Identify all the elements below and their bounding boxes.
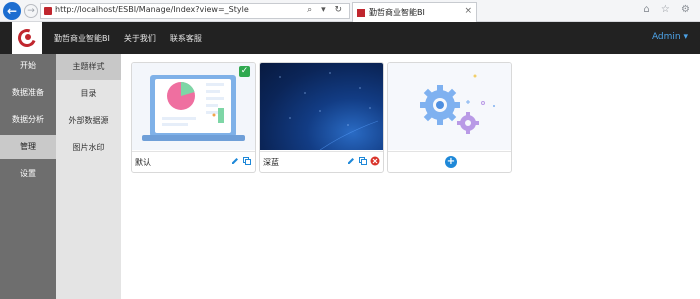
brand-logo[interactable] xyxy=(12,22,42,54)
selected-check-icon: ✓ xyxy=(239,66,250,77)
primary-sidebar: 开始 数据准备 数据分析 管理 设置 xyxy=(0,54,56,299)
header-nav: 勤哲商业智能BI 关于我们 联系客服 xyxy=(50,22,212,54)
main-content: ✓ 默认 深蓝 + xyxy=(121,54,700,299)
add-theme-card[interactable]: + xyxy=(387,62,512,173)
theme-card-default[interactable]: ✓ 默认 xyxy=(131,62,256,173)
url-text[interactable]: http://localhost/ESBI/Manage/Index?view=… xyxy=(55,5,249,14)
theme-preview-dark-blue[interactable] xyxy=(260,63,383,151)
subnav-external-datasource[interactable]: 外部数据源 xyxy=(56,108,121,134)
tab-close-icon[interactable]: × xyxy=(464,6,472,16)
site-favicon-icon xyxy=(44,7,52,15)
subnav-theme-style[interactable]: 主题样式 xyxy=(56,54,121,80)
tab-title: 勤哲商业智能BI xyxy=(369,8,425,17)
copy-icon[interactable] xyxy=(358,156,368,166)
theme-preview-default[interactable]: ✓ xyxy=(132,63,255,150)
sidebar-item-analysis[interactable]: 数据分析 xyxy=(0,108,56,132)
browser-tab[interactable]: 勤哲商业智能BI × xyxy=(352,2,477,22)
browser-toolbar: ← → http://localhost/ESBI/Manage/Index?v… xyxy=(0,0,700,22)
browser-tools-icon[interactable]: ⌂ ☆ ⚙ xyxy=(643,4,694,15)
page-root: { "browser": { "url": "http://localhost/… xyxy=(0,0,700,299)
nav-contact-link[interactable]: 联系客服 xyxy=(170,33,202,44)
card-footer: + xyxy=(388,151,511,172)
card-footer: 默认 xyxy=(132,151,255,172)
user-menu[interactable]: Admin ▾ xyxy=(652,32,688,42)
theme-card-dark-blue[interactable]: 深蓝 xyxy=(259,62,384,173)
theme-name: 深蓝 xyxy=(263,158,279,167)
card-footer: 深蓝 xyxy=(260,151,383,172)
gears-illustration-icon xyxy=(420,74,495,134)
sidebar-item-data-prep[interactable]: 数据准备 xyxy=(0,81,56,105)
card-actions xyxy=(230,156,252,166)
sidebar-item-settings[interactable]: 设置 xyxy=(0,162,56,186)
subnav-image-watermark[interactable]: 图片水印 xyxy=(56,135,121,161)
secondary-sidebar: 主题样式 目录 外部数据源 图片水印 xyxy=(56,54,121,299)
address-actions-icon[interactable]: ⌕ ▾ ↻ xyxy=(307,5,345,15)
card-actions xyxy=(346,156,380,166)
starfield-background-icon xyxy=(279,72,379,151)
add-plus-icon[interactable]: + xyxy=(445,156,457,168)
tab-favicon-icon xyxy=(357,9,365,17)
forward-arrow-icon[interactable]: → xyxy=(24,4,38,18)
nav-about-link[interactable]: 关于我们 xyxy=(124,33,156,44)
dashboard-illustration-icon xyxy=(142,75,245,141)
delete-icon[interactable] xyxy=(370,156,380,166)
logo-dot-icon xyxy=(25,34,31,40)
sidebar-item-start[interactable]: 开始 xyxy=(0,54,56,78)
nav-home-link[interactable]: 勤哲商业智能BI xyxy=(54,33,110,44)
add-theme-preview[interactable] xyxy=(388,63,511,150)
back-arrow-icon[interactable]: ← xyxy=(3,2,21,20)
subnav-catalog[interactable]: 目录 xyxy=(56,81,121,107)
app-header: 勤哲商业智能BI 关于我们 联系客服 Admin ▾ xyxy=(0,22,700,54)
edit-pencil-icon[interactable] xyxy=(230,156,240,166)
copy-icon[interactable] xyxy=(242,156,252,166)
sidebar-item-manage[interactable]: 管理 xyxy=(0,135,56,159)
edit-pencil-icon[interactable] xyxy=(346,156,356,166)
address-bar[interactable]: http://localhost/ESBI/Manage/Index?view=… xyxy=(40,3,350,19)
theme-name: 默认 xyxy=(135,158,151,167)
